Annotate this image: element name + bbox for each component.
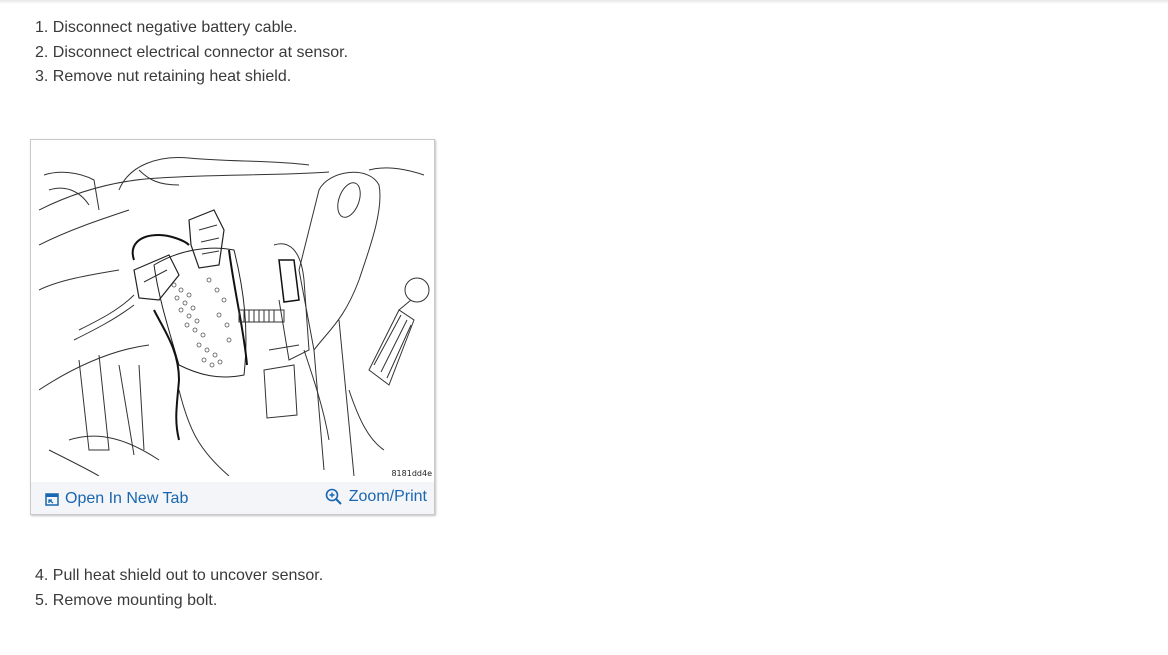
step-item: 5. Remove mounting bolt.	[35, 591, 218, 609]
open-in-new-tab-link[interactable]: Open In New Tab	[45, 490, 188, 508]
zoom-print-link[interactable]: Zoom/Print	[325, 488, 427, 506]
step-item: 2. Disconnect electrical connector at se…	[35, 43, 349, 61]
step-item: 3. Remove nut retaining heat shield.	[35, 68, 292, 85]
open-in-new-tab-icon	[45, 492, 59, 506]
sensor-illustration[interactable]	[39, 150, 433, 476]
figure-code: 8181dd4e	[391, 469, 432, 478]
steps-list-bottom: 4. Pull heat shield out to uncover senso…	[35, 564, 323, 613]
zoom-in-icon	[325, 488, 342, 505]
figure-toolbar: Open In New Tab Zoom/Print	[31, 482, 434, 514]
open-in-new-tab-label: Open In New Tab	[65, 490, 189, 507]
step-item: 4. Pull heat shield out to uncover senso…	[35, 567, 324, 584]
zoom-print-label: Zoom/Print	[348, 488, 427, 505]
step-item: 1. Disconnect negative battery cable.	[35, 19, 298, 36]
top-shadow	[0, 0, 1168, 4]
steps-list-top: 1. Disconnect negative battery cable. 2.…	[35, 16, 348, 90]
figure-card: 8181dd4e Open In New Tab Zoom/Print	[30, 139, 435, 515]
